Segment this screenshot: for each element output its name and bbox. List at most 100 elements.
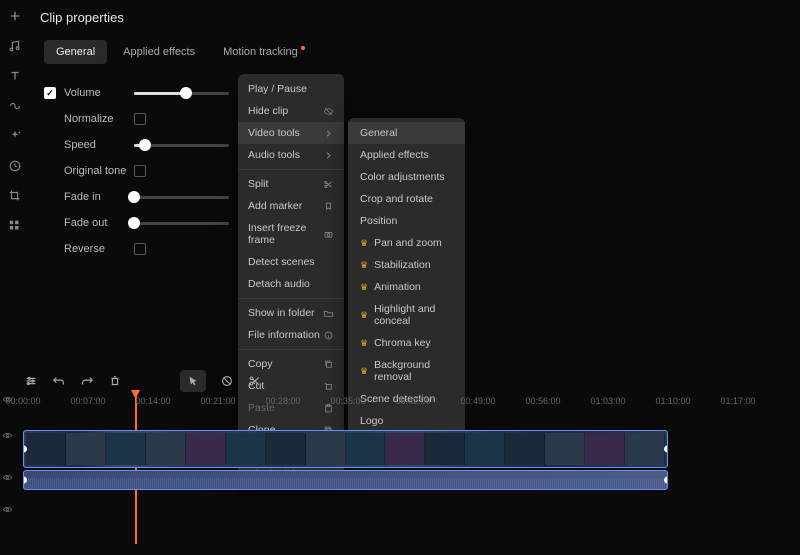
scissors-icon (322, 178, 334, 190)
sub-bg-removal[interactable]: ♛Background removal (348, 354, 465, 388)
normalize-checkbox[interactable] (134, 113, 146, 125)
ruler-tick: 00:07:00 (70, 396, 105, 406)
video-clip[interactable] (23, 430, 668, 468)
disable-icon[interactable] (220, 374, 234, 388)
clip-handle-right[interactable] (664, 477, 668, 484)
track-visibility-icon[interactable] (2, 472, 16, 486)
ctx-detach-audio[interactable]: Detach audio (238, 273, 344, 295)
trash-icon[interactable] (108, 374, 122, 388)
crown-icon: ♛ (360, 366, 368, 377)
speed-slider[interactable] (134, 144, 229, 147)
fade-out-slider[interactable] (134, 222, 229, 225)
timeline: 00:00:0000:07:0000:14:0000:21:0000:28:00… (0, 394, 800, 492)
sub-general[interactable]: General (348, 122, 465, 144)
sub-pan-zoom[interactable]: ♛Pan and zoom (348, 232, 465, 254)
prop-normalize: Normalize (44, 106, 234, 132)
sparkle-icon[interactable] (7, 128, 23, 144)
tabs-row: General Applied effects Motion tracking (44, 40, 317, 64)
sub-stabilization[interactable]: ♛Stabilization (348, 254, 465, 276)
crop-icon[interactable] (7, 188, 23, 204)
redo-icon[interactable] (80, 374, 94, 388)
plus-icon[interactable] (7, 8, 23, 24)
volume-label: Volume (64, 87, 134, 99)
track-visibility-icon[interactable] (2, 430, 16, 444)
sub-position[interactable]: Position (348, 210, 465, 232)
ruler-tick: 00:56:00 (525, 396, 560, 406)
properties-panel: Volume Normalize Speed Original tone Fad… (44, 80, 234, 262)
clip-thumbnails (26, 433, 665, 465)
sub-applied-effects[interactable]: Applied effects (348, 144, 465, 166)
music-icon[interactable] (7, 38, 23, 54)
ruler-tick: 00:21:00 (200, 396, 235, 406)
text-icon[interactable] (7, 68, 23, 84)
timeline-ruler[interactable]: 00:00:0000:07:0000:14:0000:21:0000:28:00… (18, 394, 800, 412)
sub-highlight[interactable]: ♛Highlight and conceal (348, 298, 465, 332)
prop-fade-out: Fade out (44, 210, 234, 236)
crown-icon: ♛ (360, 338, 368, 349)
ctx-video-tools[interactable]: Video tools (238, 122, 344, 144)
ruler-tick: 00:35:00 (330, 396, 365, 406)
clip-handle-right[interactable] (664, 446, 668, 453)
ruler-tick: 01:17:00 (720, 396, 755, 406)
ctx-play-pause[interactable]: Play / Pause (238, 78, 344, 100)
reverse-checkbox[interactable] (134, 243, 146, 255)
folder-icon (322, 307, 334, 319)
grid-icon[interactable] (7, 218, 23, 234)
ruler-tick: 01:10:00 (655, 396, 690, 406)
sub-chroma[interactable]: ♛Chroma key (348, 332, 465, 354)
marker-icon (322, 200, 334, 212)
pointer-icon[interactable] (180, 370, 206, 392)
ctx-file-info[interactable]: File information (238, 324, 344, 346)
camera-icon (322, 228, 334, 240)
waveform (24, 478, 667, 489)
sub-color-adj[interactable]: Color adjustments (348, 166, 465, 188)
ctx-split[interactable]: Split (238, 173, 344, 195)
reverse-label: Reverse (64, 243, 134, 255)
sub-crop-rotate[interactable]: Crop and rotate (348, 188, 465, 210)
ruler-tick: 00:49:00 (460, 396, 495, 406)
normalize-label: Normalize (64, 113, 134, 125)
crown-icon: ♛ (360, 238, 368, 249)
crown-icon: ♛ (360, 310, 368, 321)
fade-in-slider[interactable] (134, 196, 229, 199)
chevron-right-icon (322, 127, 334, 139)
ctx-audio-tools[interactable]: Audio tools (238, 144, 344, 166)
tab-general[interactable]: General (44, 40, 107, 64)
settings-icon[interactable] (24, 374, 38, 388)
link-icon[interactable] (7, 98, 23, 114)
ctx-add-marker[interactable]: Add marker (238, 195, 344, 217)
track-visibility-icon[interactable] (2, 504, 16, 518)
prop-original-tone: Original tone (44, 158, 234, 184)
prop-speed: Speed (44, 132, 234, 158)
speed-label: Speed (64, 139, 134, 151)
original-tone-checkbox[interactable] (134, 165, 146, 177)
tab-applied-effects[interactable]: Applied effects (111, 40, 207, 64)
clock-icon[interactable] (7, 158, 23, 174)
tab-motion-tracking[interactable]: Motion tracking (211, 40, 317, 64)
volume-slider[interactable] (134, 92, 229, 95)
prop-reverse: Reverse (44, 236, 234, 262)
cut-icon (322, 380, 334, 392)
eye-off-icon (322, 105, 334, 117)
ctx-detect-scenes[interactable]: Detect scenes (238, 251, 344, 273)
fade-in-label: Fade in (64, 191, 134, 203)
undo-icon[interactable] (52, 374, 66, 388)
page-title: Clip properties (40, 10, 124, 25)
ctx-hide-clip[interactable]: Hide clip (238, 100, 344, 122)
volume-checkbox[interactable] (44, 87, 56, 99)
track-visibility-icon[interactable] (2, 394, 16, 408)
timeline-toolbar (24, 370, 262, 392)
track-area (18, 412, 800, 490)
chevron-right-icon (322, 149, 334, 161)
prop-volume: Volume (44, 80, 234, 106)
crown-icon: ♛ (360, 282, 368, 293)
crown-icon: ♛ (360, 260, 368, 271)
original-tone-label: Original tone (64, 165, 134, 177)
ctx-show-folder[interactable]: Show in folder (238, 302, 344, 324)
fade-out-label: Fade out (64, 217, 134, 229)
ctx-freeze-frame[interactable]: Insert freeze frame (238, 217, 344, 251)
prop-fade-in: Fade in (44, 184, 234, 210)
sub-animation[interactable]: ♛Animation (348, 276, 465, 298)
audio-clip[interactable] (23, 470, 668, 490)
scissors-icon[interactable] (248, 374, 262, 388)
